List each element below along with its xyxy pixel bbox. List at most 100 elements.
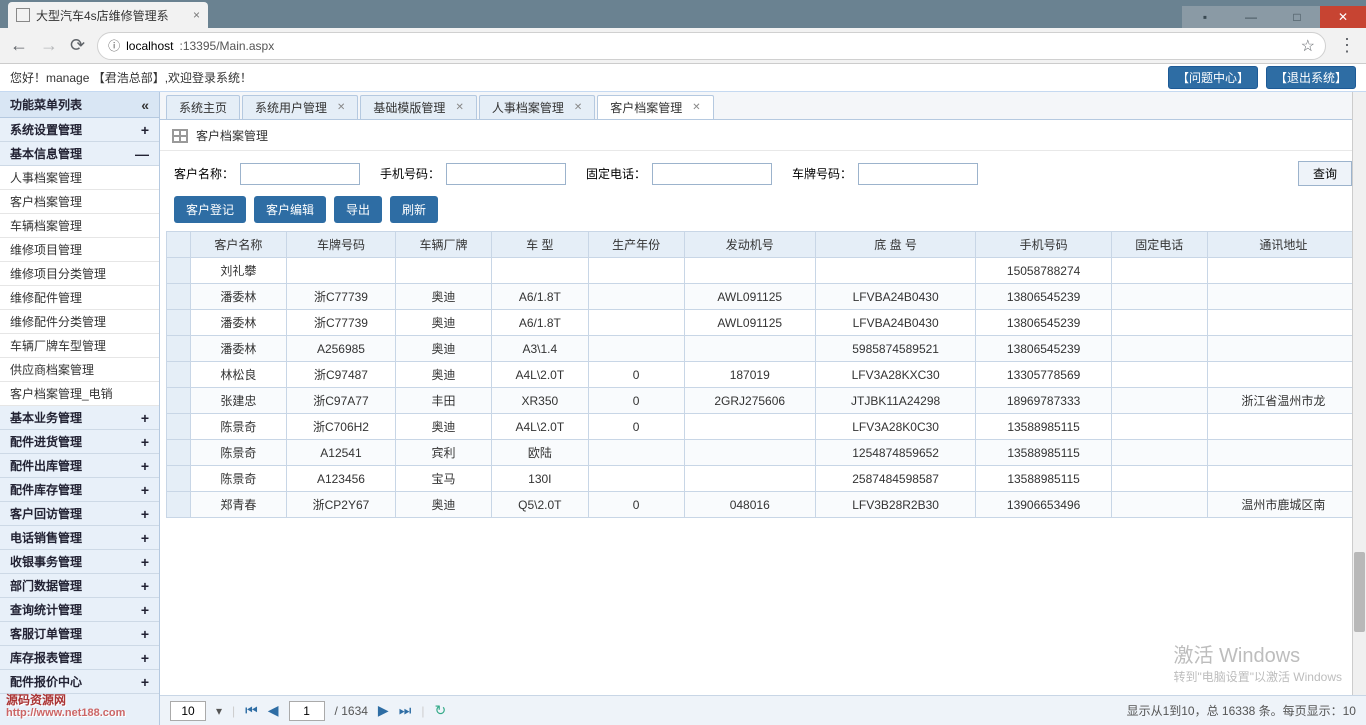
- sidebar-item[interactable]: 客户档案管理_电销: [0, 382, 159, 406]
- sidebar-group[interactable]: 基本业务管理+: [0, 406, 159, 430]
- content-tab[interactable]: 人事档案管理✕: [479, 95, 595, 119]
- table-cell: 丰田: [396, 388, 492, 414]
- column-header[interactable]: 发动机号: [684, 232, 815, 258]
- table-cell: [684, 258, 815, 284]
- scrollbar[interactable]: [1352, 92, 1366, 695]
- sidebar-group[interactable]: 收银事务管理+: [0, 550, 159, 574]
- url-input[interactable]: ⓘ localhost:13395/Main.aspx ☆: [97, 32, 1326, 60]
- toolbar-button[interactable]: 客户编辑: [254, 196, 326, 223]
- sidebar-group[interactable]: 库存报表管理+: [0, 646, 159, 670]
- sidebar-group[interactable]: 配件出库管理+: [0, 454, 159, 478]
- issue-center-button[interactable]: 【问题中心】: [1168, 66, 1258, 89]
- close-icon[interactable]: ✕: [692, 102, 700, 113]
- sidebar-group[interactable]: 客户回访管理+: [0, 502, 159, 526]
- breadcrumb: 客户档案管理: [160, 121, 1366, 151]
- close-icon[interactable]: ✕: [337, 102, 345, 113]
- sidebar-group[interactable]: 配件进货管理+: [0, 430, 159, 454]
- content-tab[interactable]: 基础模版管理✕: [360, 95, 476, 119]
- page-number-input[interactable]: [289, 701, 325, 721]
- sidebar-item[interactable]: 供应商档案管理: [0, 358, 159, 382]
- prev-page-icon[interactable]: ◀: [268, 702, 279, 719]
- page-size-input[interactable]: [170, 701, 206, 721]
- content-tab[interactable]: 系统用户管理✕: [242, 95, 358, 119]
- sidebar-item[interactable]: 维修配件管理: [0, 286, 159, 310]
- sidebar-group[interactable]: 系统设置管理+: [0, 118, 159, 142]
- toolbar-button[interactable]: 刷新: [390, 196, 438, 223]
- sidebar-group[interactable]: 电话销售管理+: [0, 526, 159, 550]
- table-row[interactable]: 林松良浙C97487奥迪A4L\2.0T0187019LFV3A28KXC301…: [167, 362, 1360, 388]
- column-header[interactable]: 固定电话: [1111, 232, 1207, 258]
- sidebar-item[interactable]: 维修配件分类管理: [0, 310, 159, 334]
- table-cell: [1111, 336, 1207, 362]
- back-icon[interactable]: ←: [10, 35, 28, 56]
- content-tab[interactable]: 系统主页: [166, 95, 240, 119]
- dropdown-icon[interactable]: ▾: [216, 704, 222, 718]
- mobile-input[interactable]: [446, 163, 566, 185]
- browser-tab[interactable]: 大型汽车4s店维修管理系 ×: [8, 2, 208, 28]
- menu-icon[interactable]: ⋮: [1338, 35, 1356, 56]
- sidebar-group[interactable]: 配件报价中心+: [0, 670, 159, 694]
- toolbar-button[interactable]: 客户登记: [174, 196, 246, 223]
- table-cell: 刘礼攀: [191, 258, 287, 284]
- sidebar-group[interactable]: 基本信息管理—: [0, 142, 159, 166]
- last-page-icon[interactable]: ⏭: [399, 702, 412, 719]
- table-cell: [1111, 362, 1207, 388]
- logout-button[interactable]: 【退出系统】: [1266, 66, 1356, 89]
- sidebar-item[interactable]: 人事档案管理: [0, 166, 159, 190]
- table-cell: [588, 258, 684, 284]
- sidebar-group[interactable]: 查询统计管理+: [0, 598, 159, 622]
- sidebar-group[interactable]: 部门数据管理+: [0, 574, 159, 598]
- table-cell: A6/1.8T: [491, 310, 588, 336]
- sidebar-item[interactable]: 客户档案管理: [0, 190, 159, 214]
- maximize-button[interactable]: □: [1274, 6, 1320, 28]
- next-page-icon[interactable]: ▶: [378, 702, 389, 719]
- column-header[interactable]: 通讯地址: [1207, 232, 1359, 258]
- collapse-icon[interactable]: «: [141, 97, 149, 113]
- table-row[interactable]: 潘委林A256985奥迪A3\1.45985874589521138065452…: [167, 336, 1360, 362]
- column-header[interactable]: 底 盘 号: [815, 232, 975, 258]
- table-row[interactable]: 潘委林浙C77739奥迪A6/1.8TAWL091125LFVBA24B0430…: [167, 310, 1360, 336]
- forward-icon[interactable]: →: [40, 35, 58, 56]
- bookmark-icon[interactable]: ☆: [1301, 36, 1315, 56]
- close-button[interactable]: ✕: [1320, 6, 1366, 28]
- phone-input[interactable]: [652, 163, 772, 185]
- reload-icon[interactable]: ⟳: [70, 35, 85, 56]
- column-header[interactable]: 客户名称: [191, 232, 287, 258]
- table-cell: [1207, 414, 1359, 440]
- plate-input[interactable]: [858, 163, 978, 185]
- column-header[interactable]: 车辆厂牌: [396, 232, 492, 258]
- column-header[interactable]: 车 型: [491, 232, 588, 258]
- refresh-icon[interactable]: ↻: [434, 702, 446, 719]
- table-row[interactable]: 郑青春浙CP2Y67奥迪Q5\2.0T0048016LFV3B28R2B3013…: [167, 492, 1360, 518]
- column-header[interactable]: 手机号码: [976, 232, 1112, 258]
- sidebar-group[interactable]: 客服订单管理+: [0, 622, 159, 646]
- sidebar-group[interactable]: 配件库存管理+: [0, 478, 159, 502]
- minimize-button[interactable]: —: [1228, 6, 1274, 28]
- toolbar-button[interactable]: 导出: [334, 196, 382, 223]
- first-page-icon[interactable]: ⏮: [245, 702, 258, 719]
- info-icon: ⓘ: [108, 37, 120, 54]
- close-icon[interactable]: ×: [193, 8, 200, 22]
- sidebar-item[interactable]: 车辆档案管理: [0, 214, 159, 238]
- sidebar-item[interactable]: 车辆厂牌车型管理: [0, 334, 159, 358]
- sidebar-item[interactable]: 维修项目管理: [0, 238, 159, 262]
- close-icon[interactable]: ✕: [455, 102, 463, 113]
- column-header[interactable]: 车牌号码: [286, 232, 395, 258]
- column-header[interactable]: 生产年份: [588, 232, 684, 258]
- table-row[interactable]: 陈景奇A12541宾利欧陆125487485965213588985115: [167, 440, 1360, 466]
- content-tab[interactable]: 客户档案管理✕: [597, 95, 713, 119]
- table-row[interactable]: 张建忠浙C97A77丰田XR35002GRJ275606JTJBK11A2429…: [167, 388, 1360, 414]
- table-row[interactable]: 潘委林浙C77739奥迪A6/1.8TAWL091125LFVBA24B0430…: [167, 284, 1360, 310]
- table-row[interactable]: 刘礼攀15058788274: [167, 258, 1360, 284]
- table-row[interactable]: 陈景奇浙C706H2奥迪A4L\2.0T0LFV3A28K0C301358898…: [167, 414, 1360, 440]
- table-cell: 郑青春: [191, 492, 287, 518]
- query-button[interactable]: 查询: [1298, 161, 1352, 186]
- table-row[interactable]: 陈景奇A123456宝马130I258748459858713588985115: [167, 466, 1360, 492]
- scrollbar-thumb[interactable]: [1354, 552, 1365, 632]
- table-cell: 浙C97A77: [286, 388, 395, 414]
- close-icon[interactable]: ✕: [574, 102, 582, 113]
- customer-name-input[interactable]: [240, 163, 360, 185]
- pager: ▾ | ⏮ ◀ / 1634 ▶ ⏭ | ↻ 显示从1到10，总 16338 条…: [160, 695, 1366, 725]
- user-icon[interactable]: ▪: [1182, 6, 1228, 28]
- sidebar-item[interactable]: 维修项目分类管理: [0, 262, 159, 286]
